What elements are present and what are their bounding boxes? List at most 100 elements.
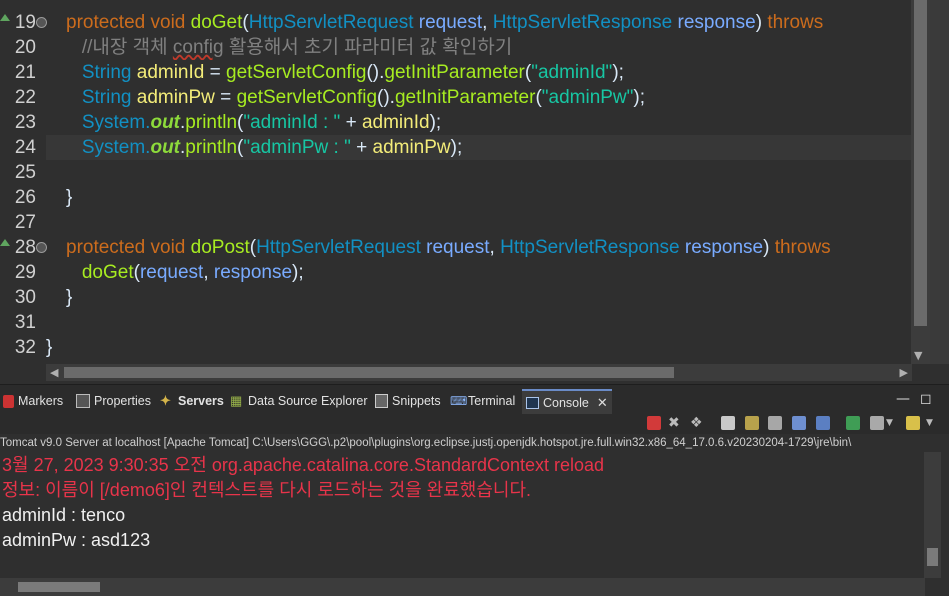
console-line: 정보: 이름이 [/demo6]인 컨텍스트를 다시 로드하는 것을 완료했습니… [2, 480, 532, 500]
code-token: (). [377, 87, 395, 108]
console-horizontal-scrollbar[interactable] [0, 578, 925, 596]
editor-vertical-scroll-thumb[interactable] [914, 0, 927, 326]
scroll-down-arrow-icon[interactable]: ▼ [914, 349, 922, 362]
chevron-down-icon[interactable]: ▼ [926, 416, 940, 430]
remove-all-terminated-icon[interactable]: ❖ [690, 416, 704, 430]
code-token: HttpServletRequest [248, 12, 419, 33]
console-horizontal-scroll-thumb[interactable] [18, 582, 100, 592]
code-token: adminPw [136, 87, 215, 108]
editor-vertical-scrollbar[interactable]: ▼ [911, 0, 930, 364]
console-output[interactable]: 3월 27, 2023 9:30:35 오전 org.apache.catali… [0, 452, 949, 596]
code-token: out [150, 137, 181, 158]
code-token: HttpServletResponse [500, 237, 685, 258]
tab-properties[interactable]: Properties [76, 390, 151, 412]
code-token: void [150, 237, 191, 258]
tab-terminal[interactable]: ⌨ Terminal [450, 390, 515, 412]
code-token: throws [767, 12, 824, 33]
code-token: ); [429, 112, 442, 133]
code-token: "adminId : " [243, 112, 341, 133]
code-line[interactable]: protected void doPost(HttpServletRequest… [66, 235, 911, 260]
console-vertical-scroll-thumb[interactable] [927, 548, 938, 566]
data-source-icon: ▦ [230, 393, 243, 408]
maximize-icon[interactable]: ◻ [920, 391, 932, 407]
servers-icon: ✦ [160, 393, 171, 408]
line-number: 30 [14, 287, 36, 308]
code-line[interactable]: protected void doGet(HttpServletRequest … [66, 10, 911, 35]
scroll-left-arrow-icon[interactable]: ◀ [50, 364, 58, 381]
code-line[interactable]: //내장 객체 config 활용해서 초기 파라미터 값 확인하기 [66, 35, 911, 60]
show-console-on-error-icon[interactable] [816, 416, 830, 430]
editor-horizontal-scroll-thumb[interactable] [64, 367, 674, 378]
code-token: , [203, 262, 214, 283]
console-line: adminId : tenco [2, 505, 126, 525]
clear-console-icon[interactable] [721, 416, 735, 430]
fold-toggle-icon[interactable] [36, 242, 47, 253]
code-token: } [46, 337, 53, 358]
code-line[interactable]: doGet(request, response); [66, 260, 911, 285]
code-token: ); [292, 262, 304, 283]
tab-snippets[interactable]: Snippets [375, 390, 441, 412]
display-selected-console-icon[interactable] [870, 416, 884, 430]
code-token: System. [66, 112, 151, 133]
terminal-icon: ⌨ [450, 394, 468, 408]
code-token: config [172, 37, 224, 58]
scroll-right-arrow-icon[interactable]: ▶ [900, 364, 908, 381]
code-token: "adminPw : " [243, 137, 351, 158]
code-token: ); [450, 137, 463, 158]
scroll-lock-icon[interactable] [745, 416, 759, 430]
code-line[interactable]: String adminPw = getServletConfig().getI… [66, 85, 911, 110]
snippets-icon [375, 394, 388, 408]
line-number: 21 [14, 62, 36, 83]
chevron-down-icon[interactable]: ▼ [886, 416, 900, 430]
word-wrap-icon[interactable] [768, 416, 782, 430]
code-token: out [150, 112, 181, 133]
code-token: throws [774, 237, 831, 258]
remove-launch-icon[interactable]: ✖ [668, 416, 682, 430]
editor-horizontal-scrollbar[interactable]: ◀ ▶ [46, 364, 912, 381]
code-line[interactable]: } [66, 185, 911, 210]
console-vertical-scrollbar[interactable] [924, 452, 941, 578]
code-token: request [139, 262, 204, 283]
tab-servers[interactable]: ✦ Servers [160, 390, 224, 412]
bottom-panel-tabbar: Markers Properties ✦ Servers ▦ Data Sour… [0, 384, 949, 415]
tab-data-source-explorer[interactable]: ▦ Data Source Explorer [230, 390, 368, 412]
console-icon [526, 397, 539, 409]
code-token: getInitParameter [394, 87, 536, 108]
tab-markers[interactable]: Markers [3, 390, 63, 412]
close-icon[interactable]: ✕ [597, 395, 608, 411]
code-line[interactable]: System.out.println("adminPw : " + adminP… [46, 135, 911, 160]
code-token: + [350, 137, 373, 158]
code-token: doPost [190, 237, 250, 258]
code-line[interactable]: } [66, 285, 911, 310]
code-line[interactable]: } [46, 335, 911, 360]
code-token: request [418, 12, 483, 33]
code-token: ) [763, 237, 775, 258]
code-token: (). [366, 62, 385, 83]
tab-console[interactable]: Console ✕ [522, 389, 612, 415]
terminate-icon[interactable] [647, 416, 661, 430]
code-line[interactable]: System.out.println("adminId : " + adminI… [66, 110, 911, 135]
console-toolbar: ✖ ❖ ▼ ▼ [0, 414, 949, 434]
properties-icon [76, 394, 90, 408]
line-number: 23 [14, 112, 36, 133]
code-line[interactable]: String adminId = getServletConfig().getI… [66, 60, 911, 85]
code-token: ); [633, 87, 646, 108]
code-token: } [66, 287, 73, 308]
code-token: protected [66, 12, 151, 33]
pin-console-icon[interactable] [846, 416, 860, 430]
console-process-label: Tomcat v9.0 Server at localhost [Apache … [0, 434, 949, 452]
line-number: 29 [14, 262, 36, 283]
open-console-icon[interactable] [906, 416, 920, 430]
code-token: doGet [66, 262, 134, 283]
code-token: HttpServletResponse [492, 12, 678, 33]
code-token: String [66, 87, 137, 108]
code-editor[interactable]: 19 20 21 22 23 24 25 26 27 28 29 30 31 32 protected v… [0, 0, 949, 382]
code-token: HttpServletRequest [256, 237, 427, 258]
line-number: 31 [14, 312, 36, 333]
code-token: adminId [361, 112, 430, 133]
show-console-on-output-icon[interactable] [792, 416, 806, 430]
fold-toggle-icon[interactable] [36, 17, 47, 28]
minimize-icon[interactable]: — [896, 391, 910, 407]
code-token: , [489, 237, 501, 258]
markers-icon [3, 394, 14, 408]
